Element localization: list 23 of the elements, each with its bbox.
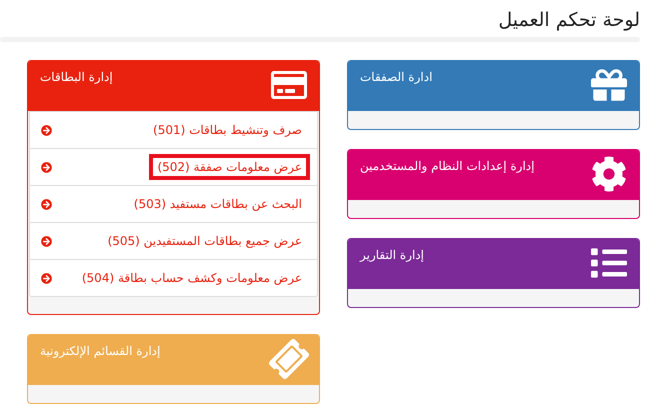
- panel-title: إدارة البطاقات: [40, 70, 113, 84]
- menu-link[interactable]: البحث عن بطاقات مستفيد (503): [30, 186, 317, 223]
- panel-header[interactable]: إدارة التقارير: [348, 239, 639, 289]
- page-title: لوحة تحكم العميل: [497, 8, 641, 33]
- panel-header[interactable]: إدارة إعدادات النظام والمستخدمين: [348, 150, 639, 200]
- panel-header[interactable]: إدارة البطاقات: [28, 61, 319, 111]
- menu-link[interactable]: صرف وتنشيط بطاقات (501): [30, 112, 317, 149]
- arrow-icon: [41, 198, 52, 210]
- ticket-icon: [271, 341, 307, 377]
- panel-header[interactable]: ادارة الصفقات: [348, 61, 639, 111]
- panel-title: إدارة التقارير: [360, 248, 424, 262]
- arrow-icon: [41, 124, 52, 136]
- gift-icon: [591, 67, 627, 103]
- menu-link[interactable]: عرض معلومات صفقة (502): [30, 149, 317, 186]
- menu-link[interactable]: عرض جميع بطاقات المستفيدين (505): [30, 223, 317, 260]
- arrow-icon: [41, 272, 52, 284]
- arrow-icon: [41, 162, 52, 172]
- panel-title: ادارة الصفقات: [360, 70, 432, 84]
- arrow-icon: [41, 236, 52, 246]
- panel-title: إدارة القسائم الإلكترونية: [40, 344, 160, 358]
- panel-title: إدارة إعدادات النظام والمستخدمين: [360, 159, 534, 173]
- menu-link[interactable]: عرض معلومات وكشف حساب بطاقة (504): [30, 260, 317, 296]
- settings-icon: [591, 156, 627, 192]
